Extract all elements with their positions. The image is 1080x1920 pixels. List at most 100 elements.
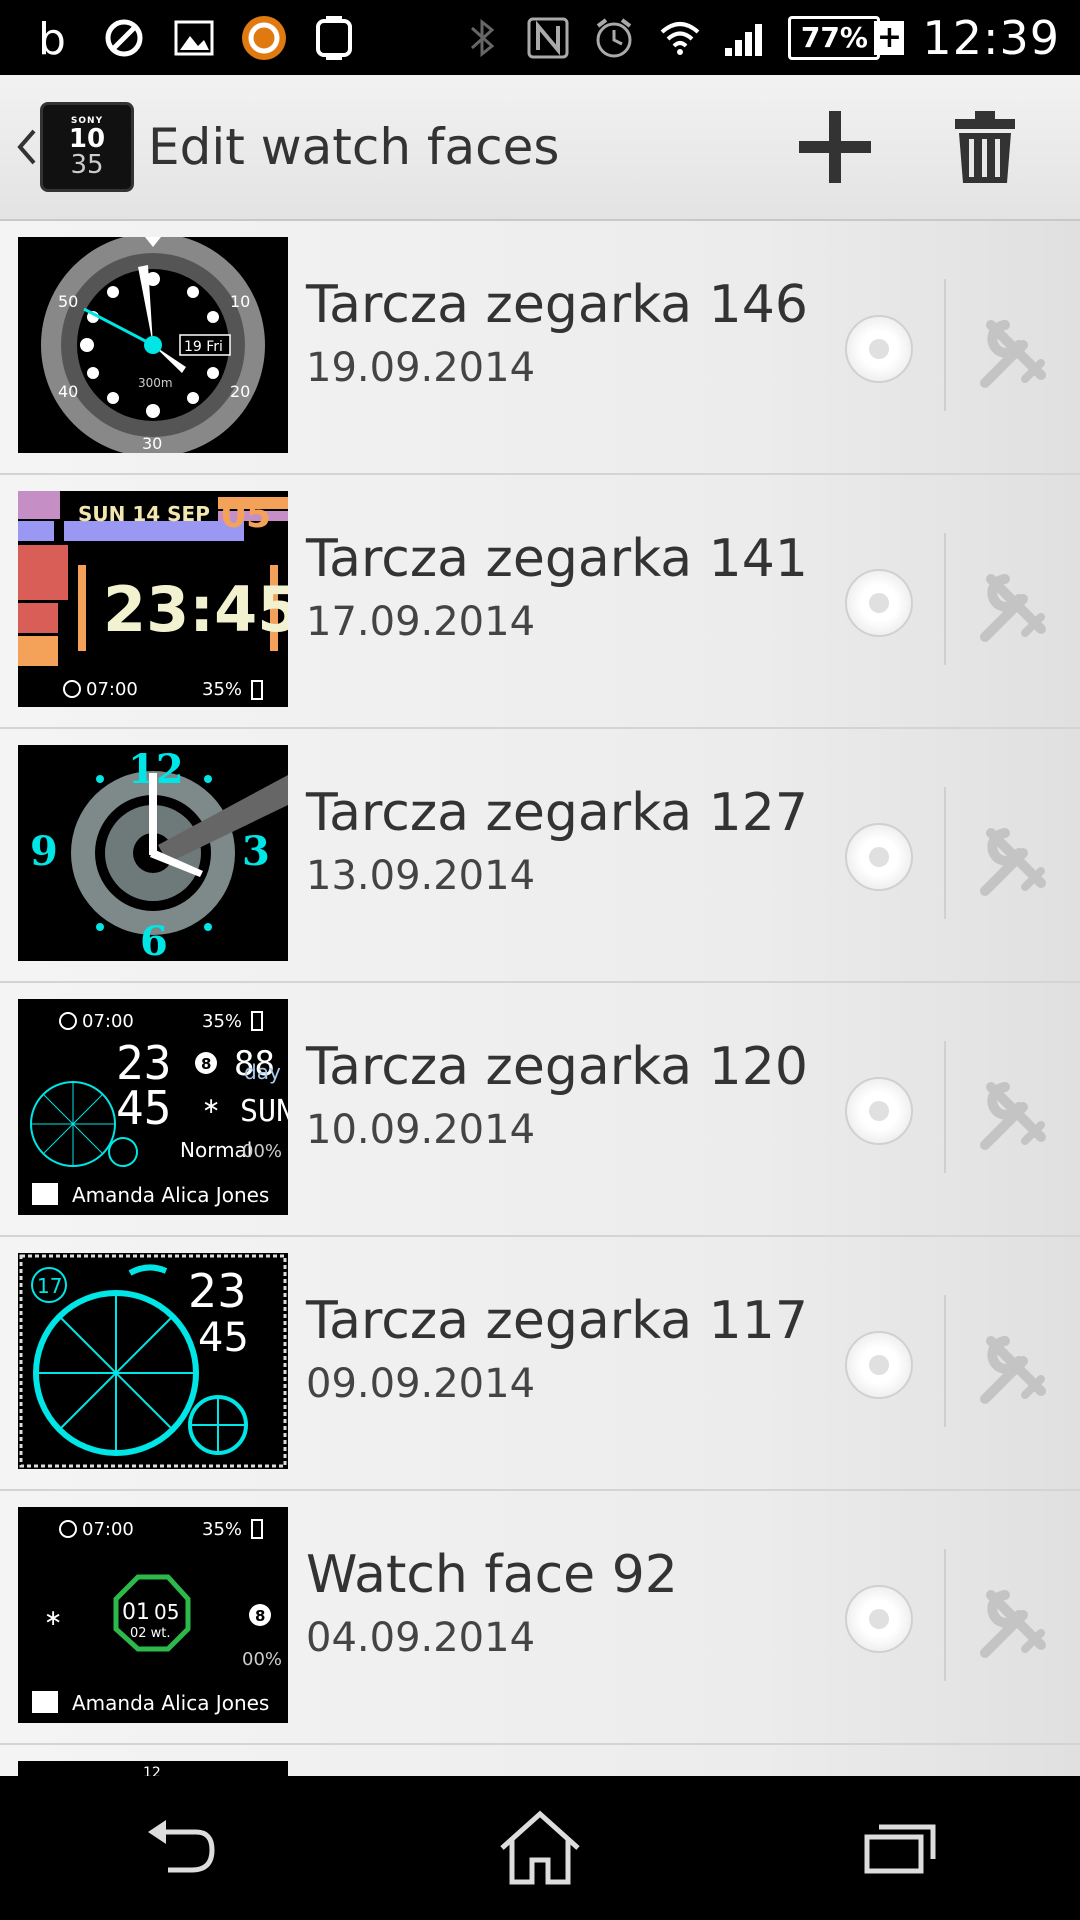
list-item[interactable]: 12 3 6 9 Tarcza zegarka 127 13.09.2014 [0, 729, 1080, 983]
alarm-icon [590, 14, 638, 62]
numeral-12: 12 [143, 1765, 161, 1776]
watch-face-thumbnail: 12 [18, 1761, 288, 1776]
settings-tools-icon[interactable] [975, 1585, 1051, 1661]
app-logo[interactable]: SONY 10 35 [40, 102, 134, 192]
up-navigation-button[interactable] [8, 117, 44, 177]
bluetooth-icon [458, 14, 506, 62]
home-button[interactable] [480, 1798, 600, 1898]
select-radio[interactable] [845, 569, 913, 637]
numeral-9: 9 [30, 828, 58, 875]
select-radio[interactable] [845, 1077, 913, 1145]
day-caption: day [244, 1060, 281, 1084]
hour-label: 23 [188, 1264, 247, 1318]
battery-indicator: 77% [788, 15, 881, 60]
select-radio[interactable] [845, 1331, 913, 1399]
watch-face-title: Tarcza zegarka 141 [306, 529, 808, 589]
battery-label: 35% [202, 679, 242, 700]
select-radio[interactable] [845, 315, 913, 383]
list-item[interactable]: 50 10 20 30 40 19 Fri 300m Tarcza zegark… [0, 221, 1080, 475]
image-icon [170, 14, 218, 62]
time-label: 23:45 [103, 573, 288, 646]
orange-app-icon [240, 14, 288, 62]
recents-icon [864, 1824, 936, 1874]
watch-face-title: Watch face 92 [306, 1545, 678, 1605]
smartwatch-icon [310, 14, 358, 62]
contact-name: Amanda Alica Jones [72, 1691, 269, 1715]
watch-face-title: Tarcza zegarka 146 [306, 275, 808, 335]
time-minute: 05 [154, 1600, 179, 1624]
divider [944, 787, 946, 919]
date-label: SUN 14 SEP [78, 502, 210, 526]
battery-label: 35% [202, 1011, 242, 1032]
navigation-bar [0, 1776, 1080, 1920]
delete-button[interactable] [940, 102, 1030, 192]
watch-face-thumbnail: 17 23 45 [18, 1253, 288, 1469]
watch-face-title: Tarcza zegarka 117 [306, 1291, 808, 1351]
date-window: 19 Fri [184, 339, 223, 355]
weekday-label: SUN [240, 1094, 288, 1129]
divider [944, 279, 946, 411]
settings-tools-icon[interactable] [975, 823, 1051, 899]
time-hour: 01 [122, 1600, 150, 1625]
beats-icon: b [30, 14, 78, 62]
divider [944, 1041, 946, 1173]
badge-count: 8 [255, 1607, 265, 1625]
back-icon [148, 1820, 215, 1873]
action-bar: SONY 10 35 Edit watch faces [0, 75, 1080, 221]
battery-label: 35% [202, 1519, 242, 1540]
numeral-6: 6 [140, 918, 168, 961]
watch-face-list[interactable]: 50 10 20 30 40 19 Fri 300m Tarcza zegark… [0, 221, 1080, 1776]
bezel-mark: 30 [142, 434, 162, 453]
minute-label: 45 [198, 1315, 249, 1361]
number-label: 05 [221, 495, 271, 536]
settings-tools-icon[interactable] [975, 315, 1051, 391]
list-item[interactable]: 07:00 35% 01 05 02 wt. ∗ 8 00% Amanda Al… [0, 1491, 1080, 1745]
watch-face-thumbnail: SUN 14 SEP 05 23:45 07:00 35% [18, 491, 288, 707]
list-item[interactable]: 12 [0, 1745, 1080, 1776]
list-item[interactable]: 07:00 35% 23 45 8 ∗ 88 day SUN Normal 00… [0, 983, 1080, 1237]
add-button[interactable] [790, 102, 880, 192]
list-item[interactable]: 17 23 45 Tarcza zegarka 117 09.09.2014 [0, 1237, 1080, 1491]
svg-text:b: b [38, 16, 66, 60]
watch-face-title: Tarcza zegarka 127 [306, 783, 808, 843]
bezel-mark: 40 [58, 382, 78, 401]
logo-hour: 10 [68, 124, 106, 154]
select-radio[interactable] [845, 1585, 913, 1653]
svg-text:∗: ∗ [202, 1094, 220, 1119]
chevron-left-icon [17, 129, 36, 165]
watch-face-thumbnail: 12 3 6 9 [18, 745, 288, 961]
blocked-icon [100, 14, 148, 62]
settings-tools-icon[interactable] [975, 1331, 1051, 1407]
watch-face-thumbnail: 50 10 20 30 40 19 Fri 300m [18, 237, 288, 453]
logo-minute: 35 [70, 150, 104, 180]
watch-face-date: 17.09.2014 [306, 599, 536, 645]
badge-count: 8 [201, 1055, 211, 1073]
nfc-icon [524, 14, 572, 62]
day-label: 17 [37, 1274, 62, 1298]
watch-face-date: 10.09.2014 [306, 1107, 536, 1153]
signal-icon [722, 14, 770, 62]
recents-button[interactable] [840, 1798, 960, 1898]
settings-tools-icon[interactable] [975, 569, 1051, 645]
percent-label: 00% [242, 1141, 282, 1162]
alarm-label: 07:00 [82, 1011, 134, 1032]
status-bar: b 77% + 12:39 [0, 0, 1080, 75]
watch-face-thumbnail: 07:00 35% 23 45 8 ∗ 88 day SUN Normal 00… [18, 999, 288, 1215]
bezel-mark: 50 [58, 292, 78, 311]
minute-label: 45 [116, 1081, 171, 1135]
alarm-label: 07:00 [86, 679, 138, 700]
status-time: 12:39 [922, 10, 1060, 65]
depth-label: 300m [138, 376, 173, 390]
contact-name: Amanda Alica Jones [72, 1183, 269, 1207]
wifi-icon [656, 14, 704, 62]
list-item[interactable]: SUN 14 SEP 05 23:45 07:00 35% Tarcza zeg… [0, 475, 1080, 729]
alarm-label: 07:00 [82, 1519, 134, 1540]
watch-face-thumbnail: 07:00 35% 01 05 02 wt. ∗ 8 00% Amanda Al… [18, 1507, 288, 1723]
bezel-mark: 10 [230, 292, 250, 311]
back-button[interactable] [120, 1798, 240, 1898]
trash-icon [955, 111, 1015, 183]
settings-tools-icon[interactable] [975, 1077, 1051, 1153]
percent-label: 00% [242, 1649, 282, 1670]
divider [944, 1549, 946, 1681]
select-radio[interactable] [845, 823, 913, 891]
